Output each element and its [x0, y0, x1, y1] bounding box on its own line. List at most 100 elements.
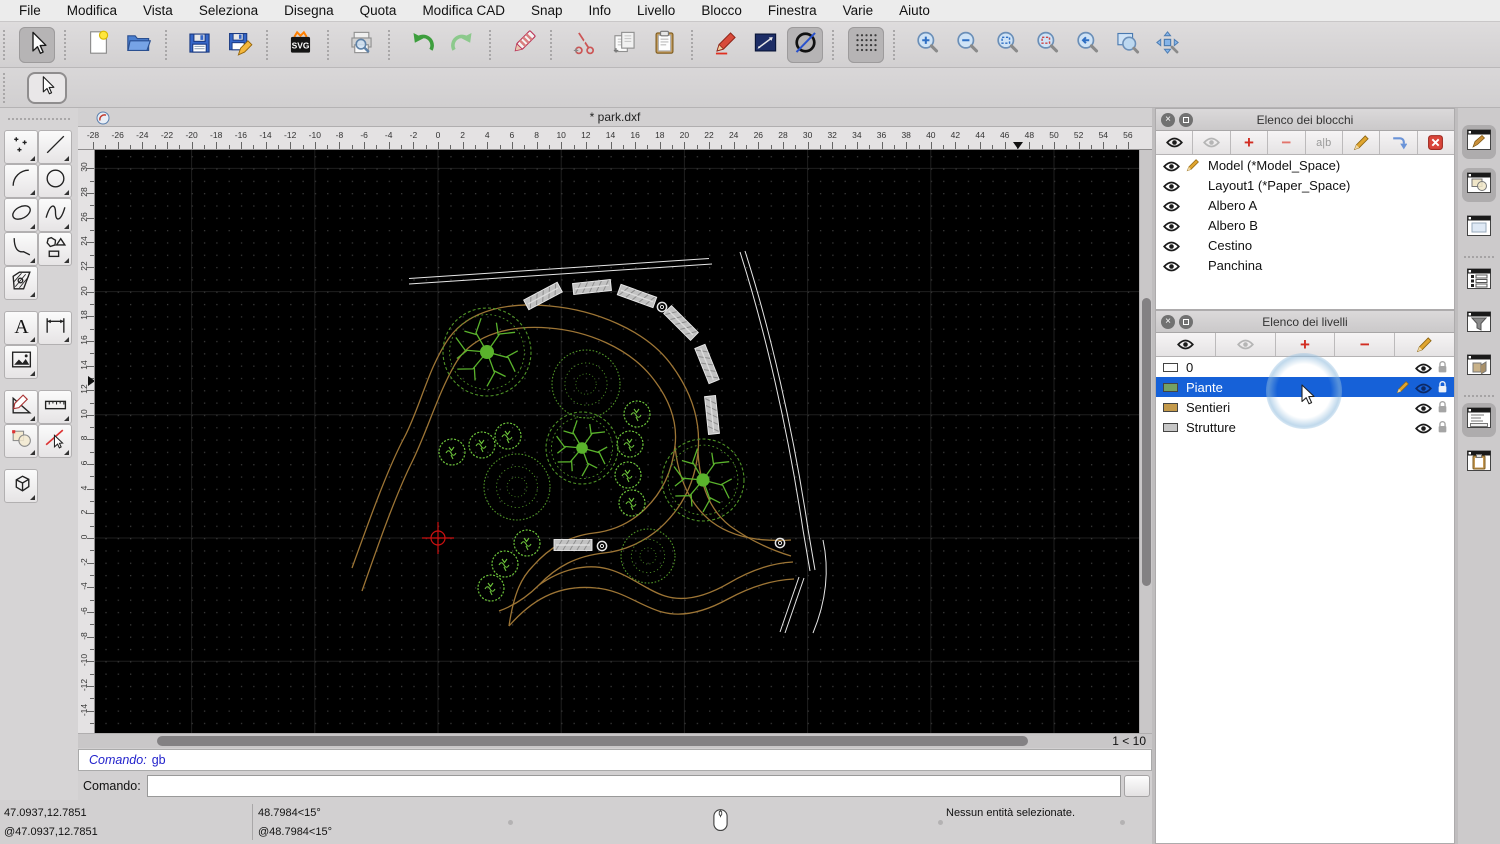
tool-measure-button[interactable]: [38, 390, 72, 424]
eye-icon[interactable]: [1163, 220, 1180, 231]
menu-info[interactable]: Info: [576, 0, 625, 22]
horizontal-scrollbar[interactable]: 1 < 10: [78, 733, 1152, 748]
toolbar-drag-handle[interactable]: [893, 29, 900, 60]
block-row[interactable]: Layout1 (*Paper_Space): [1156, 175, 1454, 195]
toolbar-drag-handle[interactable]: [832, 29, 839, 60]
tool-spline-button[interactable]: [38, 198, 72, 232]
tool-dimension-button[interactable]: [38, 311, 72, 345]
block-row[interactable]: Model (*Model_Space): [1156, 155, 1454, 175]
menu-file[interactable]: File: [6, 0, 54, 22]
tool-polyline-button[interactable]: [4, 232, 38, 266]
toolbar-drag-handle[interactable]: [489, 29, 496, 60]
toolbar-drag-handle[interactable]: [3, 72, 10, 103]
toolbar-drag-handle[interactable]: [691, 29, 698, 60]
layer-row-piante[interactable]: Piante: [1156, 377, 1454, 397]
export-svg-button[interactable]: SVG: [282, 27, 318, 63]
tool-hatch-button[interactable]: [4, 266, 38, 300]
tool-arc-button[interactable]: [4, 164, 38, 198]
dock-library-window-button[interactable]: [1462, 350, 1496, 384]
tool-circle-button[interactable]: [38, 164, 72, 198]
cut-button[interactable]: [566, 27, 602, 63]
zoom-window-button[interactable]: [1109, 27, 1145, 63]
toolbar-drag-handle[interactable]: [3, 29, 10, 60]
toolbar-drag-handle[interactable]: [266, 29, 273, 60]
layer-row-sentieri[interactable]: Sentieri: [1156, 397, 1454, 417]
menu-snap[interactable]: Snap: [518, 0, 576, 22]
remove-block-button[interactable]: −: [1268, 131, 1306, 154]
circle-tool-button[interactable]: [787, 26, 823, 63]
zoom-selection-button[interactable]: [1029, 27, 1065, 63]
add-layer-button[interactable]: +: [1275, 333, 1336, 356]
paste-button[interactable]: [646, 27, 682, 63]
palette-drag-handle[interactable]: [8, 118, 70, 124]
close-icon[interactable]: ×: [1161, 315, 1175, 329]
tool-modify-button[interactable]: [4, 390, 38, 424]
edit-block-button[interactable]: [1342, 131, 1381, 154]
zoom-in-button[interactable]: [909, 27, 945, 63]
toolbar-drag-handle[interactable]: [388, 29, 395, 60]
save-as-button[interactable]: [221, 27, 257, 63]
toolbar-drag-handle[interactable]: [165, 29, 172, 60]
rename-block-button[interactable]: a|b: [1305, 131, 1343, 154]
menu-modifica-cad[interactable]: Modifica CAD: [409, 0, 518, 22]
toolbar-drag-handle[interactable]: [550, 29, 557, 60]
vertical-scrollbar[interactable]: [1139, 150, 1152, 733]
toolbar-drag-handle[interactable]: [64, 29, 71, 60]
menu-blocco[interactable]: Blocco: [688, 0, 755, 22]
pan-button[interactable]: [1149, 27, 1185, 63]
tool-line-button[interactable]: [38, 130, 72, 164]
dock-clipboard-window-button[interactable]: [1462, 446, 1496, 480]
dock-filter-window-button[interactable]: [1462, 307, 1496, 341]
tool-text-button[interactable]: A: [4, 311, 38, 345]
block-row[interactable]: Panchina: [1156, 255, 1454, 275]
eye-icon[interactable]: [1163, 260, 1180, 271]
toolbar-drag-handle[interactable]: [327, 29, 334, 60]
lock-icon[interactable]: [1437, 420, 1448, 434]
lock-icon[interactable]: [1437, 380, 1448, 394]
delete-eraser-button[interactable]: [505, 27, 541, 63]
show-all-blocks-button[interactable]: [1156, 131, 1194, 154]
delete-block-button[interactable]: [1417, 131, 1454, 154]
print-preview-button[interactable]: [343, 27, 379, 63]
vertical-scrollbar-thumb[interactable]: [1142, 298, 1151, 586]
zoom-previous-button[interactable]: [1069, 27, 1105, 63]
dock-command-window-button[interactable]: [1462, 403, 1496, 437]
drawing-canvas[interactable]: [95, 150, 1139, 733]
draw-pencil-button[interactable]: [707, 27, 743, 63]
redo-button[interactable]: [444, 27, 480, 63]
menu-seleziona[interactable]: Seleziona: [186, 0, 271, 22]
new-document-button[interactable]: [80, 27, 116, 63]
eye-icon[interactable]: [1415, 362, 1432, 373]
tool-box3d-button[interactable]: [4, 469, 38, 503]
hide-all-layers-button[interactable]: [1215, 333, 1276, 356]
remove-layer-button[interactable]: −: [1335, 333, 1396, 356]
tool-polygon-button[interactable]: [38, 232, 72, 266]
open-file-button[interactable]: [120, 27, 156, 63]
zoom-auto-button[interactable]: [989, 27, 1025, 63]
edit-layer-button[interactable]: [1395, 333, 1454, 356]
block-row[interactable]: Cestino: [1156, 235, 1454, 255]
menu-finestra[interactable]: Finestra: [755, 0, 830, 22]
menu-disegna[interactable]: Disegna: [271, 0, 347, 22]
selection-arrow-button[interactable]: [19, 26, 55, 63]
menu-vista[interactable]: Vista: [130, 0, 186, 22]
eye-icon[interactable]: [1163, 240, 1180, 251]
eye-icon[interactable]: [1415, 422, 1432, 433]
selection-tool-button[interactable]: [27, 71, 67, 104]
menu-modifica[interactable]: Modifica: [54, 0, 130, 22]
eye-icon[interactable]: [1163, 160, 1180, 171]
undock-icon[interactable]: [1179, 315, 1193, 329]
command-input[interactable]: [146, 774, 1121, 797]
eye-icon[interactable]: [1163, 180, 1180, 191]
command-options-button[interactable]: [1124, 774, 1152, 802]
menu-varie[interactable]: Varie: [830, 0, 887, 22]
zoom-out-button[interactable]: [949, 27, 985, 63]
hide-all-blocks-button[interactable]: [1193, 131, 1231, 154]
tool-points-button[interactable]: [4, 130, 38, 164]
lock-icon[interactable]: [1437, 400, 1448, 414]
dock-list-window-button[interactable]: [1462, 264, 1496, 298]
menu-aiuto[interactable]: Aiuto: [886, 0, 943, 22]
dock-plain-window-button[interactable]: [1462, 211, 1496, 245]
block-row[interactable]: Albero B: [1156, 215, 1454, 235]
close-icon[interactable]: ×: [1161, 113, 1175, 127]
